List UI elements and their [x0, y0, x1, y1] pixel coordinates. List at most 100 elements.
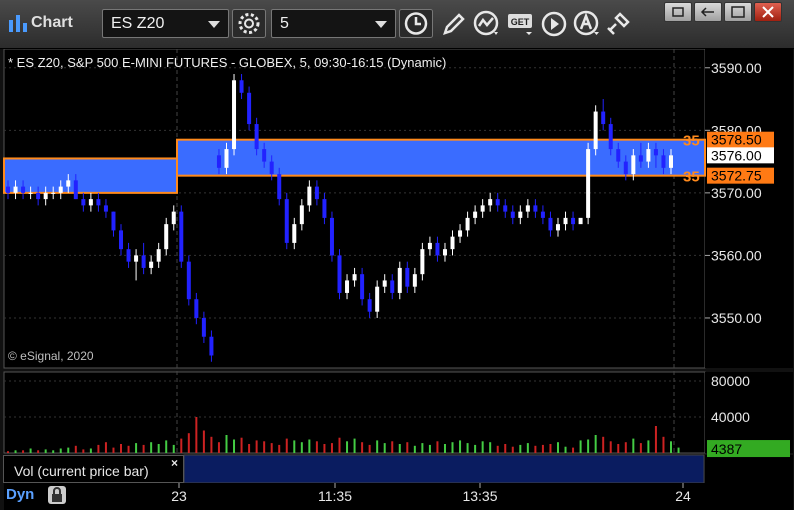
time-label: 13:35	[462, 488, 497, 504]
volume-study-label[interactable]: Vol (current price bar)	[3, 455, 184, 483]
close-study-icon[interactable]: ×	[171, 456, 178, 470]
candle-body	[299, 205, 304, 225]
lock-icon[interactable]	[48, 486, 66, 504]
candle-body	[586, 149, 591, 218]
candle-body	[194, 299, 199, 318]
candle-body	[186, 261, 191, 300]
window-box-icon[interactable]	[725, 3, 751, 21]
candle-body	[66, 180, 71, 187]
restore-icon[interactable]	[665, 3, 691, 21]
price-tag-low: 3572.75	[711, 168, 762, 184]
candle-body	[571, 217, 576, 225]
candle-body	[119, 230, 124, 250]
candle-body	[51, 192, 56, 194]
candle-body	[427, 242, 432, 250]
toolbar: Chart ES Z20 5 GET	[0, 0, 794, 49]
price-tick-label: 3560.00	[711, 247, 762, 263]
candle-body	[375, 286, 380, 312]
candle-body	[488, 199, 493, 206]
chevron-down-icon[interactable]	[375, 21, 387, 28]
candle-body	[262, 149, 267, 162]
candle-body	[111, 211, 116, 231]
candle-body	[6, 186, 10, 193]
candle-body	[88, 199, 93, 206]
time-label: 23	[171, 488, 187, 504]
candle-body	[555, 224, 560, 231]
candle-body	[382, 280, 387, 287]
candle-body	[518, 211, 523, 218]
candle-body	[322, 199, 327, 218]
close-button[interactable]	[754, 2, 782, 22]
tag-prefix-low: 35	[683, 169, 700, 186]
candle-body	[292, 224, 297, 243]
time-axis[interactable]	[4, 483, 705, 510]
price-tick-label: 3550.00	[711, 310, 762, 326]
link-icon[interactable]	[604, 10, 632, 38]
price-tick-label: 3590.00	[711, 60, 762, 76]
study-bar[interactable]	[183, 454, 705, 484]
clock-icon[interactable]	[399, 9, 433, 38]
price-chart[interactable]: 3590.003580.003570.003560.003550.0080000…	[0, 48, 794, 510]
candle-body	[608, 124, 613, 150]
candle-body	[232, 80, 237, 150]
chart-logo-icon	[9, 15, 27, 32]
candle-body	[216, 155, 221, 168]
candle-body	[412, 274, 417, 287]
candle-body	[480, 205, 485, 212]
candle-body	[179, 211, 184, 262]
candle-body	[510, 211, 515, 218]
candle-body	[329, 217, 334, 256]
candle-body	[103, 205, 108, 212]
price-tag-current: 3576.00	[711, 147, 762, 163]
play-icon[interactable]	[540, 10, 568, 38]
candle-body	[563, 217, 568, 225]
symbol-combo[interactable]: ES Z20	[102, 9, 229, 38]
dynamic-badge[interactable]: Dyn	[4, 484, 66, 506]
copyright-text: © eSignal, 2020	[8, 349, 94, 363]
candle-body	[307, 186, 312, 206]
time-label: 11:35	[318, 488, 352, 504]
candle-body	[247, 92, 252, 125]
candle-body	[593, 111, 598, 150]
candle-body	[13, 186, 18, 193]
restore-button[interactable]	[664, 2, 692, 22]
candle-body	[239, 80, 244, 93]
candle-body	[164, 224, 169, 250]
candle-body	[669, 155, 673, 168]
price-tick-label: 3570.00	[711, 185, 762, 201]
settings-gear-icon[interactable]	[232, 9, 266, 38]
candle-body	[638, 155, 643, 162]
close-icon[interactable]	[755, 3, 781, 21]
symbol-value[interactable]: ES Z20	[111, 15, 164, 33]
candle-body	[201, 317, 206, 337]
alert-icon[interactable]	[572, 10, 602, 38]
candle-body	[28, 192, 33, 194]
chart-plot-area[interactable]: 3590.00 3580.00 3570.00 3560.00 3550.00 80000…	[0, 48, 794, 510]
candle-body	[96, 199, 101, 206]
interval-value[interactable]: 5	[280, 15, 289, 33]
candle-body	[149, 261, 154, 268]
study-icon[interactable]	[472, 10, 502, 38]
candle-body	[314, 186, 319, 200]
chevron-down-icon[interactable]	[208, 21, 220, 28]
candle-body	[458, 230, 463, 237]
candle-body	[548, 217, 553, 231]
interval-combo[interactable]: 5	[271, 9, 396, 38]
candle-body	[277, 174, 282, 200]
pencil-icon[interactable]	[440, 10, 468, 38]
price-panel[interactable]	[3, 48, 706, 369]
volume-tick-label: 40000	[711, 409, 750, 425]
maximize-icon[interactable]	[695, 3, 721, 21]
candle-body	[540, 211, 545, 218]
candle-body	[405, 267, 410, 287]
maximize-button[interactable]	[694, 2, 722, 22]
get-icon[interactable]: GET	[506, 10, 536, 38]
candle-body	[360, 274, 365, 300]
candle-body	[435, 242, 440, 256]
candle-body	[126, 249, 131, 262]
window-box-button[interactable]	[724, 2, 752, 22]
candle-body	[337, 255, 342, 293]
candle-body	[21, 186, 26, 193]
volume-study-label-text: Vol (current price bar)	[14, 463, 149, 479]
candle-body	[73, 180, 78, 200]
